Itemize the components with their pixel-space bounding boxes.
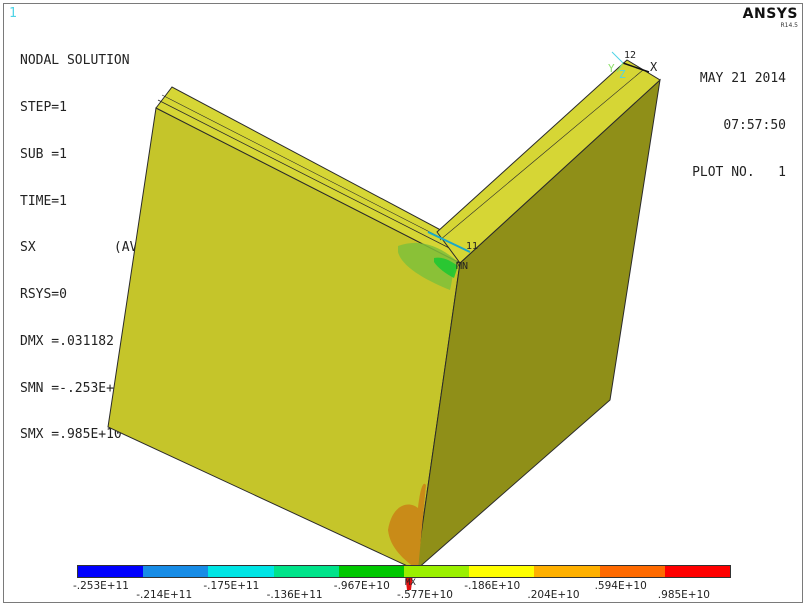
legend-label-upper-1: -.253E+11	[73, 580, 129, 592]
legend-swatch-4	[273, 566, 339, 577]
mn-marker: MN	[456, 261, 468, 272]
legend-swatch-3	[208, 566, 274, 577]
legend-swatch-7	[469, 566, 535, 577]
legend-swatch-8	[534, 566, 600, 577]
triad-x-label: X	[650, 60, 658, 74]
legend-label-upper-4: -.186E+10	[464, 580, 521, 592]
legend-swatch-6	[404, 566, 470, 577]
left-panel-face	[107, 107, 461, 571]
mx-marker: MX	[405, 578, 416, 588]
legend-swatch-10	[664, 566, 731, 577]
legend-swatch-1	[78, 566, 144, 577]
legend-label-lower-2: -.136E+11	[266, 589, 323, 601]
node-11-label: 11	[466, 241, 478, 252]
legend-label-lower-4: .204E+10	[527, 589, 580, 601]
legend-label-upper-5: .594E+10	[594, 580, 647, 592]
contour-legend-bar	[77, 565, 731, 578]
legend-label-lower-1: -.214E+11	[136, 589, 193, 601]
legend-swatch-5	[338, 566, 405, 577]
legend-label-upper-2: -.175E+11	[203, 580, 260, 592]
legend-swatch-2	[143, 566, 209, 577]
legend-label-upper-3: -.967E+10	[333, 580, 390, 592]
model-viewport[interactable]: 11 MN MX 12 X Y Z	[0, 0, 806, 606]
legend-swatch-9	[599, 566, 665, 577]
legend-label-lower-3: -.577E+10	[397, 589, 453, 601]
legend-label-lower-5: .985E+10	[657, 589, 710, 601]
triad-z-label: Z	[619, 68, 626, 81]
triad-node-label: 12	[624, 50, 636, 61]
triad-y-label: Y	[608, 62, 615, 75]
